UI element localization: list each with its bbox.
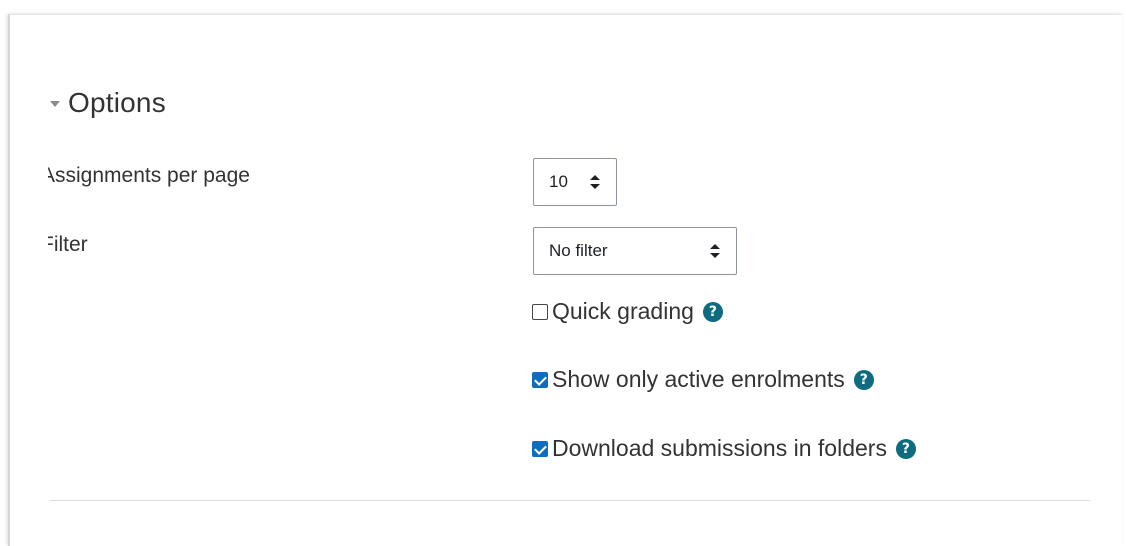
options-panel: Options Assignments per page 10 Filter N…: [8, 14, 1122, 546]
quick-grading-label[interactable]: Quick grading: [552, 298, 694, 325]
collapse-caret-icon: [50, 101, 60, 107]
filter-value: No filter: [549, 241, 608, 260]
assignments-per-page-label-container: Assignments per page: [48, 162, 448, 196]
show-active-enrolments-checkbox[interactable]: [532, 371, 548, 388]
download-in-folders-checkbox[interactable]: [532, 440, 548, 457]
assignments-per-page-label: Assignments per page: [48, 164, 250, 187]
filter-label: Filter: [48, 233, 88, 256]
show-active-enrolments-label[interactable]: Show only active enrolments: [552, 366, 845, 393]
help-icon[interactable]: ?: [895, 438, 916, 459]
filter-select[interactable]: No filter: [533, 227, 737, 275]
section-title: Options: [68, 87, 166, 118]
help-icon[interactable]: ?: [702, 301, 723, 322]
download-in-folders-option: Download submissions in folders ?: [532, 435, 916, 462]
help-icon[interactable]: ?: [853, 369, 874, 390]
section-divider: [50, 500, 1090, 501]
select-arrows-icon: [710, 244, 720, 258]
show-active-enrolments-option: Show only active enrolments ?: [532, 366, 874, 393]
quick-grading-checkbox[interactable]: [532, 303, 548, 320]
assignments-per-page-value: 10: [549, 172, 568, 191]
filter-label-container: Filter: [48, 231, 448, 265]
assignments-per-page-select[interactable]: 10: [533, 158, 617, 206]
options-section-toggle[interactable]: Options: [50, 87, 166, 119]
select-arrows-icon: [590, 175, 600, 189]
quick-grading-option: Quick grading ?: [532, 298, 723, 325]
download-in-folders-label[interactable]: Download submissions in folders: [552, 435, 887, 462]
